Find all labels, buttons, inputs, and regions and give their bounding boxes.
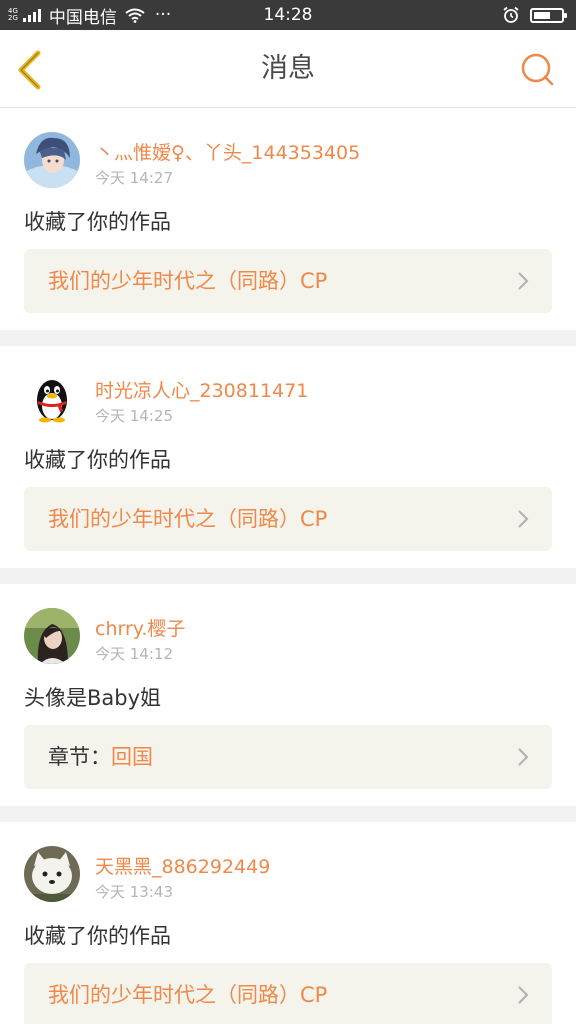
chevron-right-icon xyxy=(518,748,529,766)
message-time: 今天 14:25 xyxy=(95,407,173,425)
work-link[interactable]: 我们的少年时代之（同路）CP xyxy=(24,249,552,313)
avatar-dog-icon xyxy=(24,846,80,902)
chevron-right-icon xyxy=(518,986,529,1004)
status-time: 14:28 xyxy=(263,5,313,25)
chevron-right-icon xyxy=(518,272,529,290)
qq-penguin-icon xyxy=(24,370,80,426)
avatar-anime-icon xyxy=(24,132,80,188)
chapter-link[interactable]: 章节：回国 xyxy=(24,725,552,789)
navigation-bar: 消息 xyxy=(0,30,576,108)
work-link-text: 我们的少年时代之（同路）CP xyxy=(48,487,327,551)
message-item[interactable]: 天黑黑_886292449 今天 13:43 收藏了你的作品 我们的少年时代之（… xyxy=(0,822,576,1024)
message-item[interactable]: chrry.樱子 今天 14:12 头像是Baby姐 章节：回国 xyxy=(0,584,576,822)
search-button[interactable] xyxy=(520,52,556,88)
message-item[interactable]: 时光凉人心_230811471 今天 14:25 收藏了你的作品 我们的少年时代… xyxy=(0,346,576,584)
work-title: 我们的少年时代之（同路）CP xyxy=(48,269,328,293)
battery-icon xyxy=(530,7,567,23)
page-title: 消息 xyxy=(261,53,315,84)
message-content: 头像是Baby姐 xyxy=(24,686,162,710)
username[interactable]: 天黑黑_886292449 xyxy=(95,852,270,879)
work-link-text: 我们的少年时代之（同路）CP xyxy=(48,963,327,1024)
work-title: 我们的少年时代之（同路）CP xyxy=(48,983,328,1007)
message-time: 今天 14:12 xyxy=(95,645,173,663)
alarm-icon xyxy=(503,6,519,23)
avatar[interactable] xyxy=(24,132,80,188)
work-link[interactable]: 我们的少年时代之（同路）CP xyxy=(24,487,552,551)
username[interactable]: 丶灬惟嫒♀、丫头_144353405 xyxy=(95,138,360,165)
avatar[interactable] xyxy=(24,370,80,426)
message-content: 收藏了你的作品 xyxy=(24,448,171,472)
message-content: 收藏了你的作品 xyxy=(24,210,171,234)
chapter-title: 回国 xyxy=(111,745,153,769)
message-time: 今天 13:43 xyxy=(95,883,173,901)
avatar[interactable] xyxy=(24,846,80,902)
avatar[interactable] xyxy=(24,608,80,664)
chevron-right-icon xyxy=(518,510,529,528)
username[interactable]: 时光凉人心_230811471 xyxy=(95,376,308,403)
avatar-photo-icon xyxy=(24,608,80,664)
battery-level xyxy=(534,11,550,19)
message-content: 收藏了你的作品 xyxy=(24,924,171,948)
work-link[interactable]: 我们的少年时代之（同路）CP xyxy=(24,963,552,1024)
work-title: 我们的少年时代之（同路）CP xyxy=(48,507,328,531)
search-icon xyxy=(521,53,554,86)
message-item[interactable]: 丶灬惟嫒♀、丫头_144353405 今天 14:27 收藏了你的作品 我们的少… xyxy=(0,108,576,346)
message-list: 丶灬惟嫒♀、丫头_144353405 今天 14:27 收藏了你的作品 我们的少… xyxy=(0,108,576,1024)
chapter-label: 章节： xyxy=(48,745,111,769)
status-right xyxy=(502,0,567,30)
work-link-text: 我们的少年时代之（同路）CP xyxy=(48,249,327,313)
message-time: 今天 14:27 xyxy=(95,169,173,187)
chapter-link-text: 章节：回国 xyxy=(48,725,153,789)
username[interactable]: chrry.樱子 xyxy=(95,614,185,641)
status-bar: 4G 2G 中国电信 ··· 14:28 xyxy=(0,0,576,30)
